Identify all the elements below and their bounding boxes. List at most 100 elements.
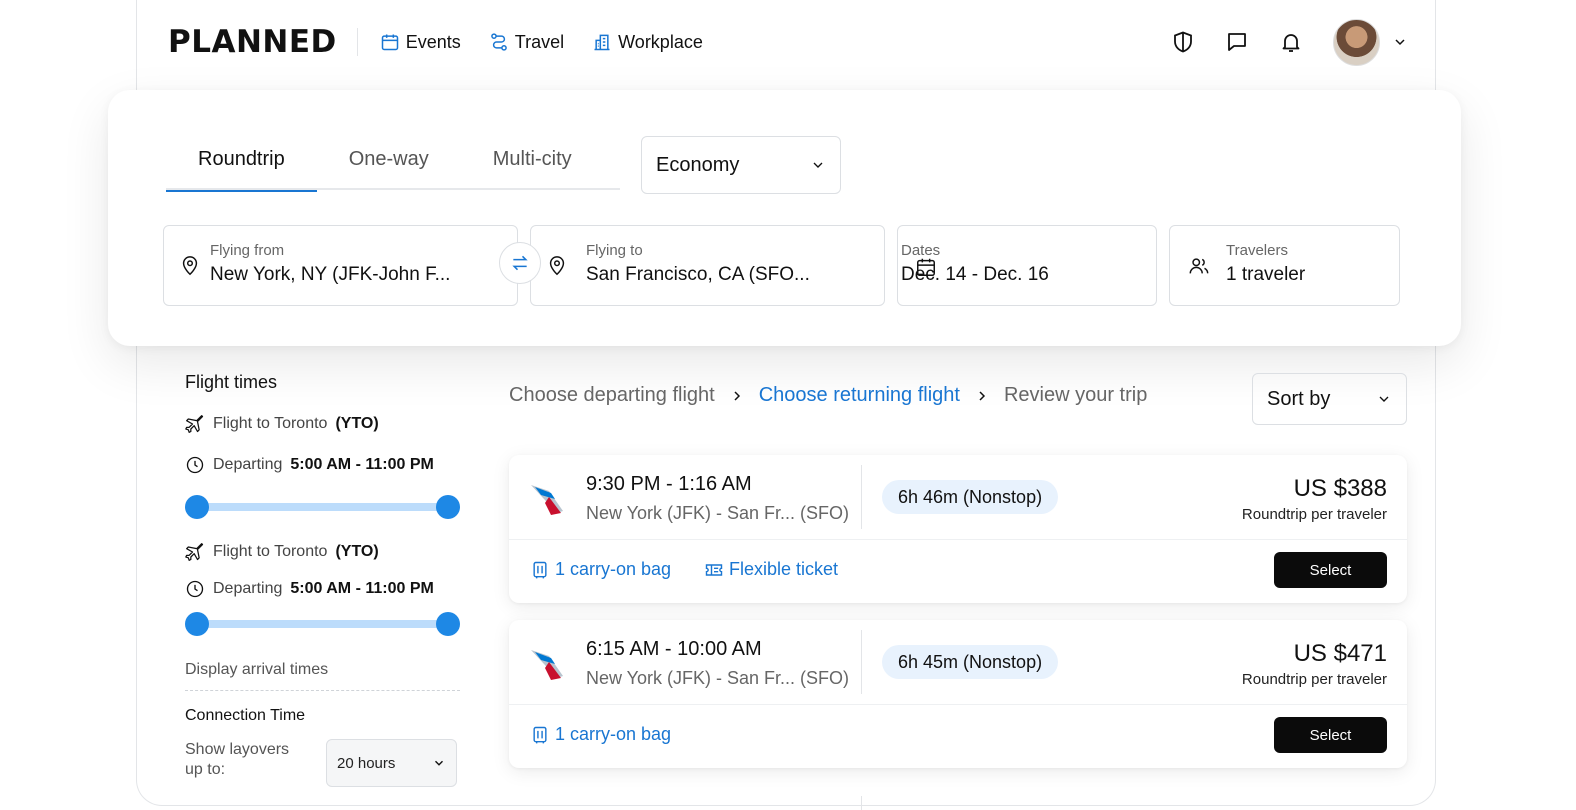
departure-time-slider[interactable] bbox=[185, 612, 460, 636]
travelers-field[interactable]: Travelers 1 traveler bbox=[1169, 225, 1400, 306]
clock-icon bbox=[186, 580, 204, 598]
flight-route: New York (JFK) - San Fr... (SFO) bbox=[586, 503, 850, 523]
chevron-right-icon bbox=[734, 390, 740, 401]
carry-on-bag-label: 1 carry-on bag bbox=[555, 559, 672, 579]
airline-logo-icon bbox=[531, 485, 563, 515]
chevron-down-icon bbox=[813, 162, 823, 168]
breadcrumb-step-returning[interactable]: Choose returning flight bbox=[759, 384, 960, 407]
nav-travel-label: Travel bbox=[514, 31, 565, 52]
layover-hours-value: 20 hours bbox=[337, 754, 396, 772]
flight-duration-badge: 6h 45m (Nonstop) bbox=[882, 645, 1059, 679]
filter-flight-code: (YTO) bbox=[335, 415, 379, 432]
flight-times: 6:15 AM - 10:00 AM bbox=[586, 638, 762, 660]
flight-result-card[interactable]: 6:15 AM - 10:00 AM New York (JFK) - San … bbox=[509, 620, 1407, 768]
chevron-down-icon bbox=[1395, 39, 1405, 46]
card-divider bbox=[861, 465, 862, 529]
chat-icon[interactable] bbox=[1225, 30, 1249, 54]
flying-to-label: Flying to bbox=[586, 242, 643, 259]
swap-arrows-icon bbox=[512, 255, 528, 271]
location-pin-icon bbox=[182, 256, 198, 276]
dates-value: Dec. 14 - Dec. 16 bbox=[901, 264, 1049, 285]
airline-logo-icon bbox=[531, 650, 563, 680]
filters-sidebar: Flight times Flight to Toronto (YTO) Dep… bbox=[185, 372, 460, 787]
filter-flight-label: Flight to Toronto bbox=[213, 543, 328, 560]
chevron-right-icon bbox=[979, 390, 985, 401]
tab-roundtrip[interactable]: Roundtrip bbox=[166, 132, 317, 192]
dates-label: Dates bbox=[901, 242, 941, 259]
user-menu[interactable] bbox=[1333, 18, 1408, 66]
header-divider bbox=[356, 28, 358, 56]
tab-one-way[interactable]: One-way bbox=[317, 132, 461, 190]
flexible-ticket-label: Flexible ticket bbox=[729, 559, 839, 579]
dates-field[interactable]: Dates Dec. 14 - Dec. 16 bbox=[897, 225, 1157, 306]
cabin-class-value: Economy bbox=[656, 153, 740, 176]
slider-track bbox=[197, 503, 448, 511]
filter-flight-row: Flight to Toronto (YTO) bbox=[185, 414, 379, 434]
card-divider bbox=[509, 539, 1407, 540]
cabin-class-select[interactable]: Economy bbox=[641, 136, 841, 194]
filter-divider bbox=[185, 690, 460, 691]
flight-price: US $388 bbox=[1293, 475, 1387, 502]
airplane-icon bbox=[185, 543, 204, 561]
luggage-icon bbox=[533, 561, 547, 578]
card-divider bbox=[861, 630, 862, 694]
sort-by-label: Sort by bbox=[1267, 387, 1331, 410]
filter-departing-label: Departing bbox=[213, 580, 283, 597]
booking-breadcrumb: Choose departing flight Choose returning… bbox=[509, 384, 1147, 407]
layover-hours-select[interactable]: 20 hours bbox=[326, 739, 457, 787]
breadcrumb-step-departing[interactable]: Choose departing flight bbox=[509, 384, 715, 407]
slider-track bbox=[197, 620, 448, 628]
flying-from-label: Flying from bbox=[210, 242, 285, 259]
slider-min-handle[interactable] bbox=[185, 612, 209, 636]
flight-times: 9:30 PM - 1:16 AM bbox=[586, 473, 752, 495]
users-icon bbox=[1189, 258, 1209, 274]
price-note: Roundtrip per traveler bbox=[1241, 506, 1387, 523]
slider-max-handle[interactable] bbox=[436, 612, 460, 636]
layover-label-line1: Show layovers bbox=[185, 741, 290, 758]
flight-price: US $471 bbox=[1293, 640, 1387, 667]
shield-icon[interactable] bbox=[1171, 30, 1195, 54]
route-icon bbox=[490, 33, 507, 51]
breadcrumb-step-review[interactable]: Review your trip bbox=[1004, 384, 1147, 407]
select-flight-button[interactable]: Select bbox=[1274, 552, 1387, 588]
sort-by-select[interactable]: Sort by bbox=[1252, 373, 1407, 425]
filter-flight-label: Flight to Toronto bbox=[213, 415, 328, 432]
nav-travel[interactable]: Travel bbox=[489, 32, 564, 53]
tab-multi-city[interactable]: Multi-city bbox=[461, 132, 604, 190]
header-actions bbox=[1171, 18, 1408, 66]
chevron-down-icon bbox=[435, 760, 443, 766]
card-divider bbox=[509, 704, 1407, 705]
carry-on-bag-label: 1 carry-on bag bbox=[555, 724, 672, 744]
nav-events[interactable]: Events bbox=[380, 32, 461, 53]
flexible-ticket-perk[interactable]: Flexible ticket bbox=[704, 559, 838, 580]
flying-to-field[interactable]: Flying to San Francisco, CA (SFO... bbox=[530, 225, 885, 306]
connection-time-title: Connection Time bbox=[185, 707, 306, 724]
carry-on-bag-perk[interactable]: 1 carry-on bag bbox=[530, 559, 671, 580]
filter-departing-label: Departing bbox=[213, 456, 283, 473]
display-arrival-times-link[interactable]: Display arrival times bbox=[185, 661, 328, 679]
travelers-value: 1 traveler bbox=[1226, 264, 1306, 285]
slider-max-handle[interactable] bbox=[436, 495, 460, 519]
carry-on-bag-perk[interactable]: 1 carry-on bag bbox=[530, 724, 671, 745]
airplane-icon bbox=[185, 415, 204, 433]
bell-icon[interactable] bbox=[1279, 30, 1303, 54]
flight-times-title: Flight times bbox=[185, 372, 278, 392]
travelers-label: Travelers bbox=[1226, 242, 1288, 259]
filter-departing-range: 5:00 AM - 11:00 PM bbox=[290, 456, 434, 473]
app-logo[interactable]: PLANNED bbox=[168, 24, 337, 60]
departure-time-slider[interactable] bbox=[185, 495, 460, 519]
location-pin-icon bbox=[549, 256, 565, 276]
next-card-edge bbox=[861, 796, 862, 810]
filter-flight-code: (YTO) bbox=[335, 543, 379, 560]
select-flight-button[interactable]: Select bbox=[1274, 717, 1387, 753]
chevron-down-icon bbox=[1379, 396, 1389, 402]
price-note: Roundtrip per traveler bbox=[1241, 671, 1387, 688]
flight-result-card[interactable]: 9:30 PM - 1:16 AM New York (JFK) - San F… bbox=[509, 455, 1407, 603]
flying-from-field[interactable]: Flying from New York, NY (JFK-John F... bbox=[163, 225, 518, 306]
avatar bbox=[1333, 18, 1380, 66]
nav-workplace[interactable]: Workplace bbox=[592, 32, 703, 53]
ticket-icon bbox=[705, 563, 723, 576]
slider-min-handle[interactable] bbox=[185, 495, 209, 519]
clock-icon bbox=[186, 456, 204, 474]
swap-locations-button[interactable] bbox=[499, 242, 541, 284]
